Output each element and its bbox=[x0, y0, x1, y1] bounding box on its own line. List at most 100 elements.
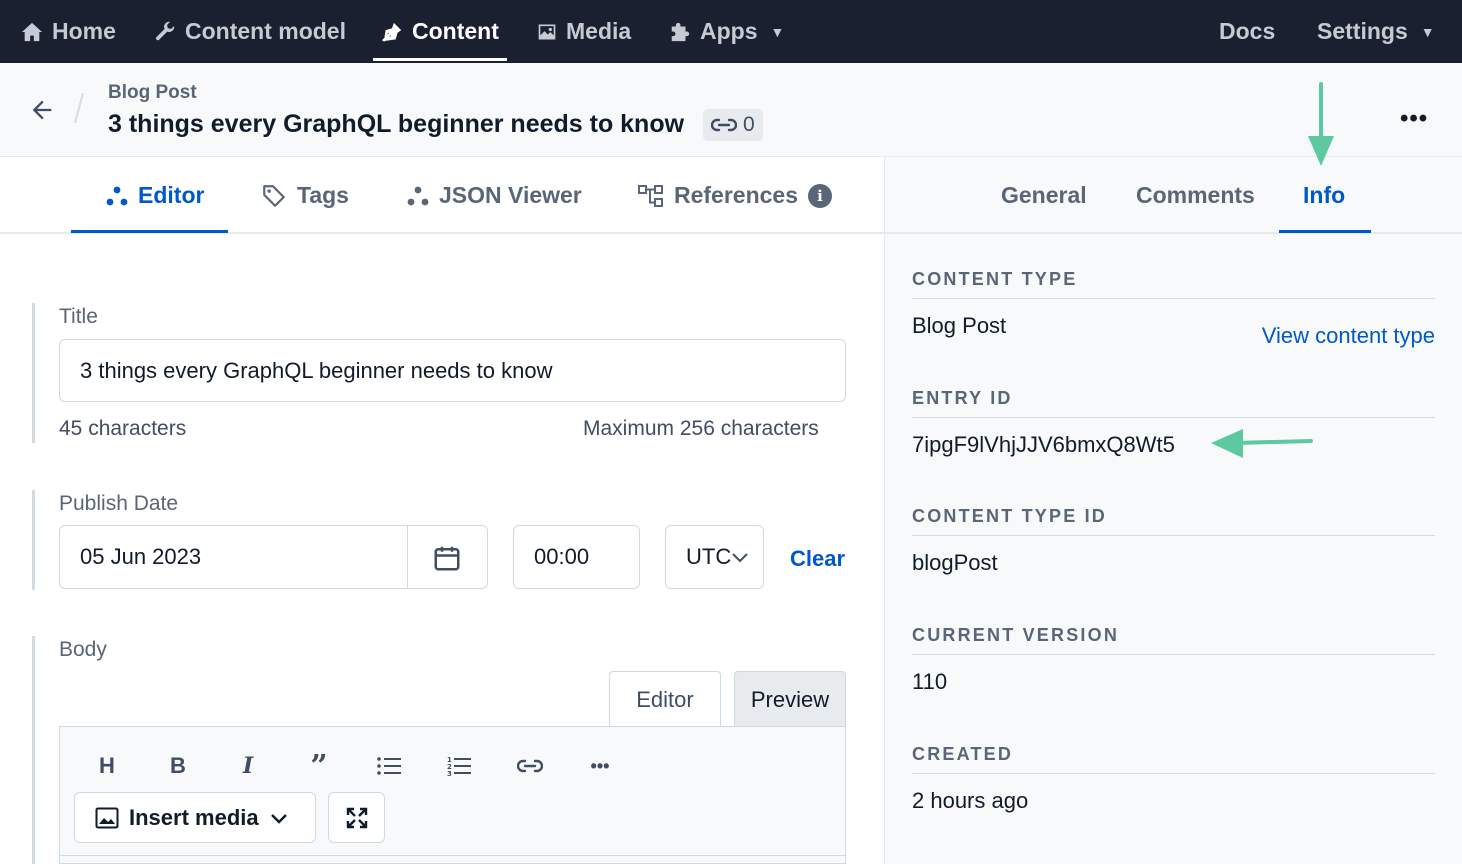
reference-count: 0 bbox=[743, 113, 755, 136]
info-content-type: CONTENT TYPE Blog Post View content type bbox=[912, 269, 1435, 348]
toolbar-bottom-border bbox=[60, 855, 845, 856]
content-type-label: Blog Post bbox=[108, 82, 197, 103]
title-label: Title bbox=[59, 305, 98, 328]
back-arrow-icon[interactable] bbox=[28, 96, 56, 124]
nav-docs-label: Docs bbox=[1219, 18, 1276, 44]
header-divider bbox=[73, 93, 85, 123]
annotation-down-arrow-icon bbox=[1308, 82, 1334, 166]
title-input[interactable]: 3 things every GraphQL beginner needs to… bbox=[59, 339, 846, 402]
title-max-chars: Maximum 256 characters bbox=[583, 417, 819, 440]
info-created-value: 2 hours ago bbox=[912, 788, 1029, 813]
wrench-icon bbox=[156, 21, 175, 40]
fullscreen-button[interactable] bbox=[328, 792, 385, 843]
info-current-version-heading: CURRENT VERSION bbox=[912, 625, 1435, 655]
chevron-down-icon bbox=[732, 553, 748, 563]
calendar-icon[interactable] bbox=[432, 543, 462, 573]
tab-comments[interactable]: Comments bbox=[1136, 157, 1255, 234]
tag-icon bbox=[263, 184, 285, 207]
link-icon[interactable] bbox=[510, 749, 550, 783]
tab-tags-label: Tags bbox=[297, 182, 349, 208]
tab-references[interactable]: References i bbox=[638, 157, 833, 234]
chevron-down-icon: ▼ bbox=[1420, 23, 1435, 40]
chevron-down-icon: ▼ bbox=[770, 23, 785, 40]
nav-settings-label: Settings bbox=[1317, 18, 1408, 44]
editor-dots-icon bbox=[106, 186, 128, 205]
top-navigation: Home Content model Content Media Apps ▼ … bbox=[0, 0, 1462, 63]
nav-home[interactable]: Home bbox=[21, 0, 116, 63]
nav-apps[interactable]: Apps ▼ bbox=[669, 0, 784, 63]
numbered-list-icon[interactable]: 123 bbox=[439, 749, 479, 783]
more-options-icon[interactable]: ••• bbox=[580, 749, 620, 783]
entry-sidebar: General Comments Info CONTENT TYPE Blog … bbox=[884, 157, 1462, 864]
title-char-count: 45 characters bbox=[59, 417, 187, 440]
insert-media-label: Insert media bbox=[129, 804, 259, 830]
publish-date-field-bar bbox=[32, 490, 36, 590]
puzzle-icon bbox=[671, 22, 690, 41]
date-divider bbox=[407, 526, 408, 588]
info-created: CREATED 2 hours ago bbox=[912, 744, 1435, 814]
image-icon bbox=[538, 24, 556, 39]
insert-media-dropdown[interactable]: Insert media bbox=[74, 792, 316, 843]
tab-tags[interactable]: Tags bbox=[261, 157, 349, 234]
view-content-type-link[interactable]: View content type bbox=[1262, 323, 1435, 349]
nav-content-model-label: Content model bbox=[185, 18, 346, 44]
time-input[interactable]: 00:00 bbox=[513, 525, 640, 589]
link-icon bbox=[711, 118, 737, 132]
svg-text:3: 3 bbox=[447, 770, 452, 776]
nav-media-label: Media bbox=[566, 18, 632, 44]
title-field-bar bbox=[32, 303, 36, 443]
date-value: 05 Jun 2023 bbox=[80, 544, 202, 569]
reference-count-badge[interactable]: 0 bbox=[703, 109, 763, 141]
info-created-heading: CREATED bbox=[912, 744, 1435, 774]
nav-content[interactable]: Content bbox=[373, 0, 507, 63]
nav-docs[interactable]: Docs bbox=[1219, 0, 1275, 63]
info-current-version: CURRENT VERSION 110 bbox=[912, 625, 1435, 695]
info-content-type-heading: CONTENT TYPE bbox=[912, 269, 1435, 299]
info-content-type-id-heading: CONTENT TYPE ID bbox=[912, 506, 1435, 536]
info-entry-id-heading: ENTRY ID bbox=[912, 388, 1435, 418]
nav-media[interactable]: Media bbox=[537, 0, 631, 63]
entry-title: 3 things every GraphQL beginner needs to… bbox=[108, 110, 685, 138]
bold-icon[interactable]: B bbox=[158, 749, 198, 783]
body-label: Body bbox=[59, 638, 107, 661]
timezone-select[interactable]: UTC bbox=[665, 525, 764, 589]
info-content-type-id: CONTENT TYPE ID blogPost bbox=[912, 506, 1435, 576]
tab-json-viewer-label: JSON Viewer bbox=[439, 182, 582, 208]
publish-date-label: Publish Date bbox=[59, 492, 179, 515]
hierarchy-icon bbox=[638, 184, 663, 207]
more-actions-icon[interactable]: ••• bbox=[1400, 105, 1428, 133]
bulleted-list-icon[interactable] bbox=[369, 749, 409, 783]
nav-content-label: Content bbox=[412, 18, 499, 44]
body-preview-mode-button[interactable]: Preview bbox=[734, 671, 846, 727]
info-current-version-value: 110 bbox=[912, 669, 948, 694]
rich-text-toolbar: H B I ” 123 ••• Insert media bbox=[59, 726, 846, 864]
timezone-value: UTC bbox=[686, 544, 732, 569]
quote-icon[interactable]: ” bbox=[299, 749, 339, 784]
info-icon[interactable]: i bbox=[808, 183, 833, 208]
entry-header: Blog Post 3 things every GraphQL beginne… bbox=[0, 63, 1462, 157]
annotation-left-arrow-icon bbox=[1211, 429, 1313, 458]
tab-json-viewer[interactable]: JSON Viewer bbox=[407, 157, 582, 234]
info-entry-id-value: 7ipgF9lVhjJJV6bmxQ8Wt5 bbox=[912, 432, 1175, 457]
active-sidebar-tab-indicator bbox=[1279, 230, 1371, 233]
active-tab-indicator bbox=[71, 230, 228, 233]
italic-icon[interactable]: I bbox=[228, 749, 268, 783]
chevron-down-icon bbox=[270, 813, 287, 824]
heading-icon[interactable]: H bbox=[87, 749, 127, 783]
body-editor-mode-button[interactable]: Editor bbox=[609, 671, 721, 727]
pen-nib-icon bbox=[381, 22, 402, 42]
tab-general[interactable]: General bbox=[1001, 157, 1087, 234]
body-field-bar bbox=[32, 636, 36, 864]
clear-date-link[interactable]: Clear bbox=[790, 546, 845, 572]
tab-editor-label: Editor bbox=[138, 182, 205, 208]
json-dots-icon bbox=[407, 186, 429, 205]
editor-tabs: Editor Tags JSON Viewer References i bbox=[0, 157, 884, 234]
nav-content-model[interactable]: Content model bbox=[154, 0, 346, 63]
nav-home-label: Home bbox=[52, 18, 116, 44]
tab-references-label: References bbox=[674, 182, 799, 208]
home-icon bbox=[21, 22, 43, 41]
tab-editor[interactable]: Editor bbox=[106, 157, 204, 234]
nav-settings[interactable]: Settings ▼ bbox=[1317, 0, 1435, 63]
info-content-type-id-value: blogPost bbox=[912, 550, 998, 575]
date-input[interactable]: 05 Jun 2023 bbox=[59, 525, 488, 589]
